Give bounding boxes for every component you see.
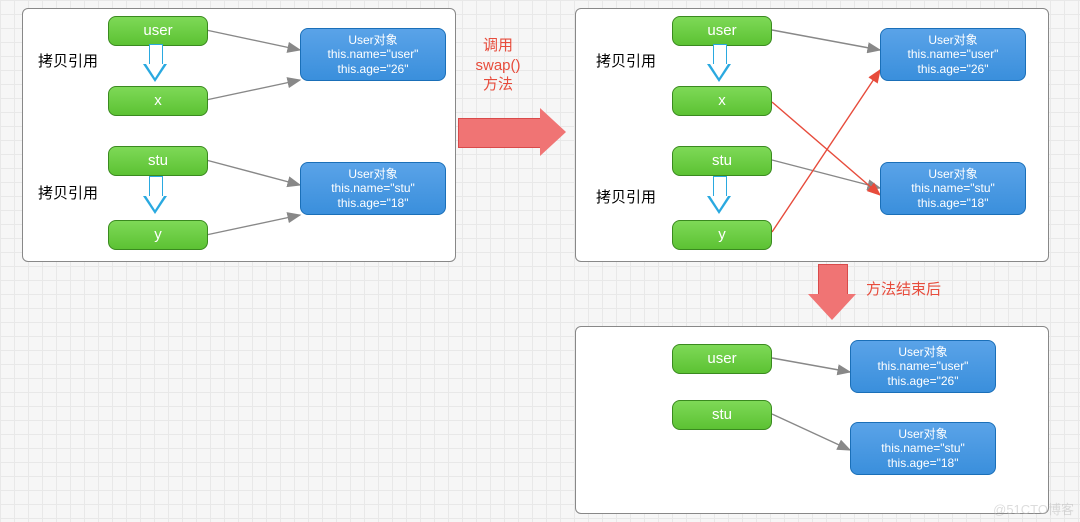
obj-stu-3: User对象 this.name="stu" this.age="18" bbox=[850, 422, 996, 475]
obj-user-1: User对象 this.name="user" this.age="26" bbox=[300, 28, 446, 81]
var-label: user bbox=[143, 22, 172, 40]
var-label: stu bbox=[148, 152, 168, 170]
var-user-2: user bbox=[672, 16, 772, 46]
obj-title: User对象 bbox=[348, 167, 397, 181]
var-label: y bbox=[718, 226, 726, 244]
label-call-swap: 调用 swap() 方法 bbox=[468, 36, 528, 95]
label-copyref-2b: 拷贝引用 bbox=[596, 186, 656, 207]
obj-stu-2: User对象 this.name="stu" this.age="18" bbox=[880, 162, 1026, 215]
obj-line2: this.age="18" bbox=[338, 196, 409, 210]
obj-line2: this.age="26" bbox=[888, 374, 959, 388]
obj-title: User对象 bbox=[348, 33, 397, 47]
obj-line1: this.name="stu" bbox=[911, 181, 995, 195]
arrow-copy-2b bbox=[708, 176, 730, 218]
var-label: stu bbox=[712, 406, 732, 424]
var-user-1: user bbox=[108, 16, 208, 46]
obj-title: User对象 bbox=[928, 33, 977, 47]
var-stu-3: stu bbox=[672, 400, 772, 430]
obj-line1: this.name="user" bbox=[328, 47, 419, 61]
obj-line1: this.name="user" bbox=[878, 359, 969, 373]
var-y-2: y bbox=[672, 220, 772, 250]
obj-title: User对象 bbox=[928, 167, 977, 181]
obj-line2: this.age="18" bbox=[888, 456, 959, 470]
var-label: x bbox=[718, 92, 726, 110]
arrow-after-method bbox=[808, 264, 856, 320]
obj-line2: this.age="26" bbox=[918, 62, 989, 76]
obj-user-2: User对象 this.name="user" this.age="26" bbox=[880, 28, 1026, 81]
obj-title: User对象 bbox=[898, 345, 947, 359]
arrow-call-swap bbox=[458, 108, 568, 156]
var-label: x bbox=[154, 92, 162, 110]
var-label: y bbox=[154, 226, 162, 244]
obj-line2: this.age="18" bbox=[918, 196, 989, 210]
arrow-copy-1a bbox=[144, 44, 166, 86]
obj-title: User对象 bbox=[898, 427, 947, 441]
obj-user-3: User对象 this.name="user" this.age="26" bbox=[850, 340, 996, 393]
var-stu-2: stu bbox=[672, 146, 772, 176]
var-stu-1: stu bbox=[108, 146, 208, 176]
watermark: @51CTO博客 bbox=[993, 499, 1074, 518]
var-y-1: y bbox=[108, 220, 208, 250]
var-label: user bbox=[707, 350, 736, 368]
obj-line1: this.name="stu" bbox=[881, 441, 965, 455]
label-after-method: 方法结束后 bbox=[866, 280, 941, 300]
label-copyref-2a: 拷贝引用 bbox=[596, 50, 656, 71]
obj-line1: this.name="user" bbox=[908, 47, 999, 61]
var-user-3: user bbox=[672, 344, 772, 374]
obj-line1: this.name="stu" bbox=[331, 181, 415, 195]
var-label: stu bbox=[712, 152, 732, 170]
arrow-copy-1b bbox=[144, 176, 166, 218]
var-label: user bbox=[707, 22, 736, 40]
var-x-1: x bbox=[108, 86, 208, 116]
label-copyref-1a: 拷贝引用 bbox=[38, 50, 98, 71]
arrow-copy-2a bbox=[708, 44, 730, 86]
obj-line2: this.age="26" bbox=[338, 62, 409, 76]
obj-stu-1: User对象 this.name="stu" this.age="18" bbox=[300, 162, 446, 215]
var-x-2: x bbox=[672, 86, 772, 116]
label-copyref-1b: 拷贝引用 bbox=[38, 182, 98, 203]
